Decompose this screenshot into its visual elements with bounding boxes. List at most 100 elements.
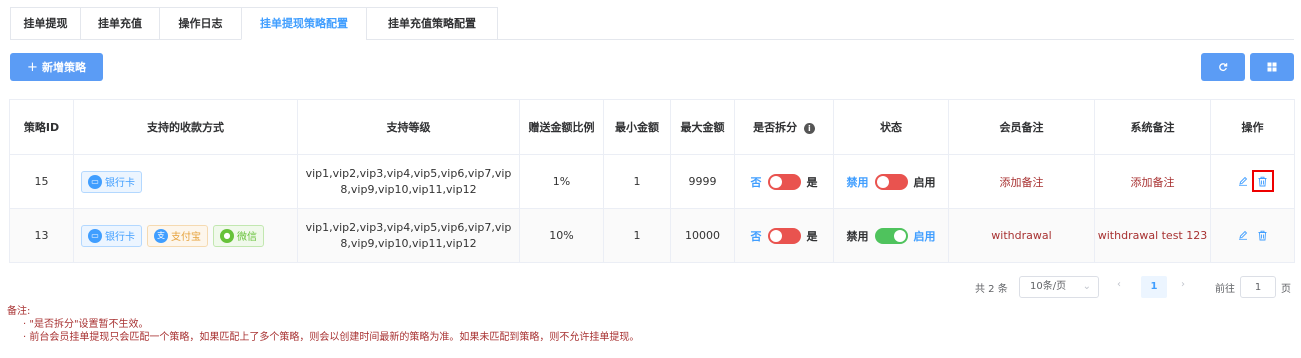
page-suffix-label: 页 (1281, 284, 1291, 295)
header-max: 最大金额 (670, 99, 735, 155)
info-icon[interactable]: i (803, 122, 815, 134)
edit-icon[interactable] (1236, 228, 1250, 242)
cell-member-remark: 添加备注 (948, 154, 1095, 209)
tab-bar: 挂单提现 挂单充值 操作日志 挂单提现策略配置 挂单充值策略配置 (10, 7, 1294, 40)
cell-split: 否 是 (734, 154, 834, 209)
split-yes-label: 是 (806, 175, 818, 189)
header-status: 状态 (833, 99, 949, 155)
levels-text: vip1,vip2,vip3,vip4,vip5,vip6,vip7,vip8,… (305, 220, 512, 250)
tab-recharge[interactable]: 挂单充值 (80, 7, 159, 40)
refresh-icon (1219, 63, 1228, 72)
header-id: 策略ID (9, 99, 74, 155)
header-split: 是否拆分 i (734, 99, 834, 155)
pay-tag-label: 银行卡 (105, 232, 135, 243)
tab-operation-log[interactable]: 操作日志 (159, 7, 241, 40)
columns-button[interactable] (1250, 53, 1294, 81)
cell-system-remark: 添加备注 (1094, 154, 1211, 209)
header-member-remark: 会员备注 (948, 99, 1095, 155)
status-switch[interactable] (874, 173, 908, 190)
cell-system-remark: withdrawal test 123 (1094, 208, 1211, 263)
plus-icon: + (27, 59, 38, 75)
levels-text: vip1,vip2,vip3,vip4,vip5,vip6,vip7,vip8,… (305, 166, 512, 196)
pagination: 共 2 条 10条/页 ⌄ ‹ 1 › 前往 页 (0, 276, 1301, 298)
split-no-label: 否 (750, 229, 762, 243)
cell-max: 9999 (670, 154, 735, 209)
status-off-label: 禁用 (846, 229, 869, 243)
header-pay-methods: 支持的收款方式 (73, 99, 298, 155)
header-ratio: 赠送金额比例 (519, 99, 604, 155)
system-remark-link[interactable]: 添加备注 (1131, 176, 1175, 189)
cell-min: 1 (603, 208, 671, 263)
table-header-row: 策略ID 支持的收款方式 支持等级 赠送金额比例 最小金额 最大金额 是否拆分 … (9, 99, 1295, 155)
cell-actions (1210, 208, 1295, 263)
cell-levels: vip1,vip2,vip3,vip4,vip5,vip6,vip7,vip8,… (297, 154, 520, 209)
status-on-label: 启用 (913, 229, 936, 243)
cell-member-remark: withdrawal (948, 208, 1095, 263)
cell-split: 否 是 (734, 208, 834, 263)
member-remark-link[interactable]: withdrawal (991, 229, 1051, 242)
goto-page-input[interactable] (1240, 276, 1276, 298)
edit-icon[interactable] (1236, 174, 1250, 188)
bank-card-icon: ▭ (88, 228, 102, 243)
split-yes-label: 是 (806, 229, 818, 243)
grid-icon (1267, 62, 1277, 72)
page-size-select[interactable]: 10条/页 ⌄ (1019, 276, 1099, 298)
alipay-icon: 支 (154, 228, 168, 243)
split-switch[interactable] (767, 227, 801, 244)
cell-min: 1 (603, 154, 671, 209)
status-switch[interactable] (874, 227, 908, 244)
system-remark-link[interactable]: withdrawal test 123 (1098, 229, 1208, 242)
chevron-down-icon: ⌄ (1082, 281, 1091, 292)
note-item: · "是否拆分"设置暂不生效。 (23, 319, 149, 330)
pay-tag-alipay: 支 支付宝 (147, 224, 208, 247)
add-strategy-button[interactable]: + 新增策略 (10, 53, 103, 81)
notes-section: 备注: · "是否拆分"设置暂不生效。 · 前台会员挂单提现只会匹配一个策略，如… (7, 305, 639, 344)
cell-ratio: 10% (519, 208, 604, 263)
cell-levels: vip1,vip2,vip3,vip4,vip5,vip6,vip7,vip8,… (297, 208, 520, 263)
status-off-label: 禁用 (846, 175, 869, 189)
bank-card-icon: ▭ (88, 174, 102, 189)
cell-status: 禁用 启用 (833, 208, 949, 263)
wechat-icon: ● (220, 228, 234, 243)
cell-pay-methods: ▭ 银行卡 支 支付宝 ● 微信 (73, 208, 298, 263)
table-row: 15 ▭ 银行卡 vip1,vip2,vip3,vip4,vip5,vip6,v… (9, 154, 1295, 209)
note-item: · 前台会员挂单提现只会匹配一个策略，如果匹配上了多个策略，则会以创建时间最新的… (23, 332, 640, 343)
refresh-button[interactable] (1201, 53, 1245, 81)
goto-label: 前往 (1215, 284, 1235, 295)
header-min: 最小金额 (603, 99, 671, 155)
pay-tag-bank: ▭ 银行卡 (81, 224, 142, 247)
tab-withdraw-strategy[interactable]: 挂单提现策略配置 (241, 7, 366, 40)
status-on-label: 启用 (913, 175, 936, 189)
delete-icon[interactable] (1251, 170, 1274, 192)
delete-icon[interactable] (1256, 228, 1270, 242)
header-actions: 操作 (1210, 99, 1295, 155)
next-page-icon[interactable]: › (1181, 279, 1185, 290)
prev-page-icon[interactable]: ‹ (1117, 279, 1121, 290)
pay-tag-label: 微信 (237, 232, 257, 243)
cell-ratio: 1% (519, 154, 604, 209)
pay-tag-wechat: ● 微信 (213, 224, 264, 247)
pay-tag-label: 支付宝 (171, 232, 201, 243)
tab-withdraw[interactable]: 挂单提现 (10, 7, 80, 40)
header-split-label: 是否拆分 (753, 121, 798, 134)
cell-id: 13 (9, 208, 74, 263)
page-number-current[interactable]: 1 (1141, 276, 1167, 298)
header-system-remark: 系统备注 (1094, 99, 1211, 155)
pay-tag-bank: ▭ 银行卡 (81, 170, 142, 193)
notes-title: 备注: (7, 306, 31, 317)
split-no-label: 否 (750, 175, 762, 189)
member-remark-link[interactable]: 添加备注 (1000, 176, 1044, 189)
table-row: 13 ▭ 银行卡 支 支付宝 ● 微信 vip1,vip2,vip3,vip4,… (9, 208, 1295, 263)
split-switch[interactable] (767, 173, 801, 190)
add-strategy-label: 新增策略 (41, 61, 86, 74)
cell-pay-methods: ▭ 银行卡 (73, 154, 298, 209)
cell-max: 10000 (670, 208, 735, 263)
pagination-total: 共 2 条 (975, 284, 1008, 295)
header-levels: 支持等级 (297, 99, 520, 155)
cell-id: 15 (9, 154, 74, 209)
strategy-table: 策略ID 支持的收款方式 支持等级 赠送金额比例 最小金额 最大金额 是否拆分 … (9, 99, 1295, 263)
tab-recharge-strategy[interactable]: 挂单充值策略配置 (366, 7, 498, 40)
cell-status: 禁用 启用 (833, 154, 949, 209)
page-size-value: 10条/页 (1030, 281, 1067, 292)
pay-tag-label: 银行卡 (105, 178, 135, 189)
